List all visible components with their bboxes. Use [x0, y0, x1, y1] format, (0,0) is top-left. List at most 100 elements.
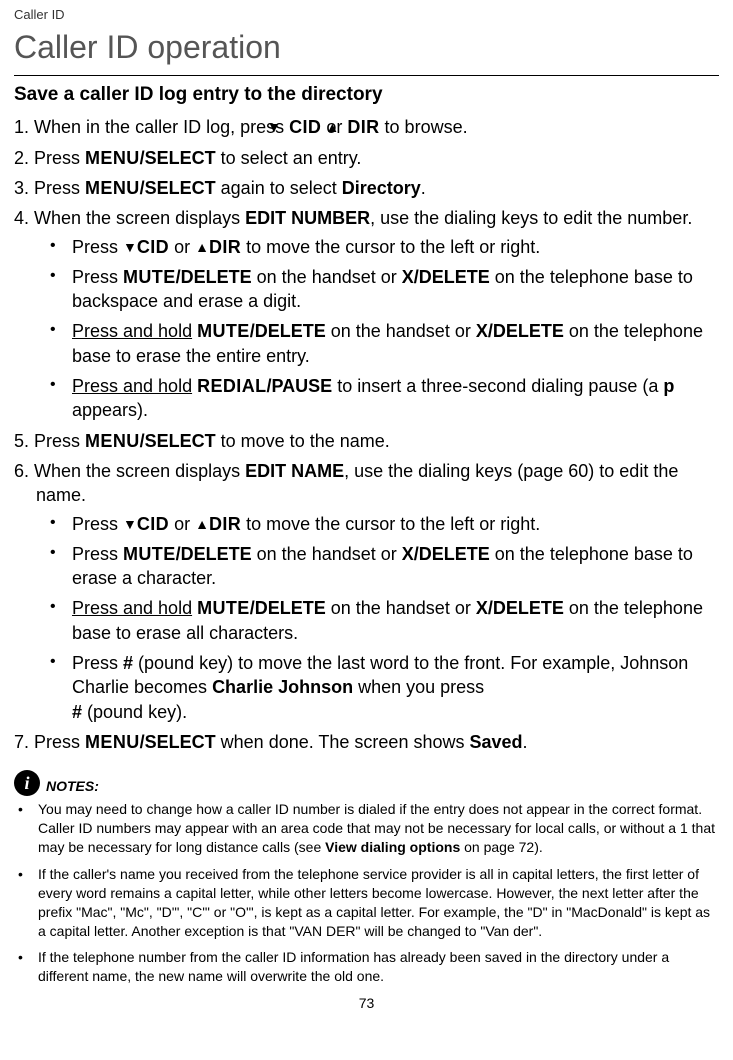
text: to move to the name. — [216, 431, 390, 451]
note-item: If the caller's name you received from t… — [14, 865, 719, 941]
sub-item: Press and hold MUTE/DELETE on the handse… — [50, 596, 719, 645]
text: , use the dialing keys to edit the numbe… — [370, 208, 692, 228]
select-key: /SELECT — [140, 732, 216, 752]
up-arrow-icon: ▲ — [195, 515, 209, 534]
text: (pound key). — [82, 702, 187, 722]
hash-key: # — [72, 702, 82, 722]
sub-item: Press and hold REDIAL/PAUSE to insert a … — [50, 374, 719, 423]
directory-label: Directory — [342, 178, 421, 198]
select-key: /SELECT — [140, 178, 216, 198]
saved-label: Saved — [469, 732, 522, 752]
sub-item: Press ▼CID or ▲DIR to move the cursor to… — [50, 512, 719, 536]
step-4-sublist: Press ▼CID or ▲DIR to move the cursor to… — [50, 235, 719, 423]
pause-key: /PAUSE — [267, 376, 333, 396]
cid-key: CID — [137, 237, 169, 257]
text: 2. Press — [14, 148, 85, 168]
dir-key: DIR — [209, 514, 241, 534]
note-item: If the telephone number from the caller … — [14, 948, 719, 986]
eyebrow-text: Caller ID — [14, 6, 719, 24]
press-hold: Press and hold — [72, 376, 192, 396]
text: on page 72). — [460, 839, 543, 855]
text: 3. Press — [14, 178, 85, 198]
text: when done. The screen shows — [216, 732, 470, 752]
text: or — [169, 237, 195, 257]
select-key: /SELECT — [140, 431, 216, 451]
text: Press — [72, 653, 123, 673]
text: Press — [72, 544, 123, 564]
mute-key: MUTE — [197, 321, 250, 341]
step-4: 4. When the screen displays EDIT NUMBER,… — [14, 206, 719, 422]
text: . — [421, 178, 426, 198]
delete-key: /DELETE — [250, 321, 326, 341]
note-item: You may need to change how a caller ID n… — [14, 800, 719, 857]
text: 7. Press — [14, 732, 85, 752]
xdelete-key: X/DELETE — [476, 598, 564, 618]
step-2: 2. Press MENU/SELECT to select an entry. — [14, 146, 719, 170]
text: to browse. — [380, 117, 468, 137]
menu-key: MENU — [85, 732, 140, 752]
press-hold: Press and hold — [72, 321, 192, 341]
notes-list: You may need to change how a caller ID n… — [14, 800, 719, 986]
redial-key: REDIAL — [197, 376, 266, 396]
delete-key: /DELETE — [250, 598, 326, 618]
delete-key: /DELETE — [176, 267, 252, 287]
xdelete-key: X/DELETE — [402, 267, 490, 287]
text: 1. When in the caller ID log, press — [14, 117, 289, 137]
p-char: p — [663, 376, 674, 396]
step-6-sublist: Press ▼CID or ▲DIR to move the cursor to… — [50, 512, 719, 724]
step-5: 5. Press MENU/SELECT to move to the name… — [14, 429, 719, 453]
sub-item: Press ▼CID or ▲DIR to move the cursor to… — [50, 235, 719, 259]
hash-key: # — [123, 653, 133, 673]
view-dialing-options: View dialing options — [325, 839, 460, 855]
edit-name-label: EDIT NAME — [245, 461, 344, 481]
menu-key: MENU — [85, 148, 140, 168]
text: on the handset or — [326, 321, 476, 341]
steps-list: 1. When in the caller ID log, press ▼CID… — [14, 115, 719, 754]
up-arrow-icon: ▲ — [195, 238, 209, 257]
page-title: Caller ID operation — [14, 26, 719, 69]
menu-key: MENU — [85, 178, 140, 198]
sub-item: Press and hold MUTE/DELETE on the handse… — [50, 319, 719, 368]
step-6: 6. When the screen displays EDIT NAME, u… — [14, 459, 719, 724]
down-arrow-icon: ▼ — [123, 515, 137, 534]
text: when you press — [353, 677, 484, 697]
step-1: 1. When in the caller ID log, press ▼CID… — [14, 115, 719, 139]
section-heading: Save a caller ID log entry to the direct… — [14, 82, 719, 108]
cid-key: CID — [137, 514, 169, 534]
text: to select an entry. — [216, 148, 362, 168]
dir-key: DIR — [209, 237, 241, 257]
mute-key: MUTE — [197, 598, 250, 618]
press-hold: Press and hold — [72, 598, 192, 618]
sub-item: Press MUTE/DELETE on the handset or X/DE… — [50, 265, 719, 314]
sub-item: Press MUTE/DELETE on the handset or X/DE… — [50, 542, 719, 591]
text: to insert a three-second dialing pause (… — [332, 376, 663, 396]
mute-key: MUTE — [123, 267, 176, 287]
text: to move the cursor to the left or right. — [241, 237, 540, 257]
dir-key: DIR — [347, 117, 379, 137]
text: appears). — [72, 400, 148, 420]
text: or — [169, 514, 195, 534]
cid-key: CID — [289, 117, 321, 137]
sub-item: Press # (pound key) to move the last wor… — [50, 651, 719, 724]
step-3: 3. Press MENU/SELECT again to select Dir… — [14, 176, 719, 200]
step-7: 7. Press MENU/SELECT when done. The scre… — [14, 730, 719, 754]
text: 5. Press — [14, 431, 85, 451]
down-arrow-icon: ▼ — [123, 238, 137, 257]
notes-header: i NOTES: — [14, 770, 719, 796]
text: again to select — [216, 178, 342, 198]
edit-number-label: EDIT NUMBER — [245, 208, 370, 228]
notes-label: NOTES: — [46, 777, 99, 796]
xdelete-key: X/DELETE — [476, 321, 564, 341]
text: 6. When the screen displays — [14, 461, 245, 481]
text: . — [523, 732, 528, 752]
charlie-johnson: Charlie Johnson — [212, 677, 353, 697]
text: 4. When the screen displays — [14, 208, 245, 228]
text: on the handset or — [252, 267, 402, 287]
text: Press — [72, 237, 123, 257]
menu-key: MENU — [85, 431, 140, 451]
divider — [14, 75, 719, 76]
text: Press — [72, 514, 123, 534]
text: on the handset or — [252, 544, 402, 564]
text: on the handset or — [326, 598, 476, 618]
select-key: /SELECT — [140, 148, 216, 168]
